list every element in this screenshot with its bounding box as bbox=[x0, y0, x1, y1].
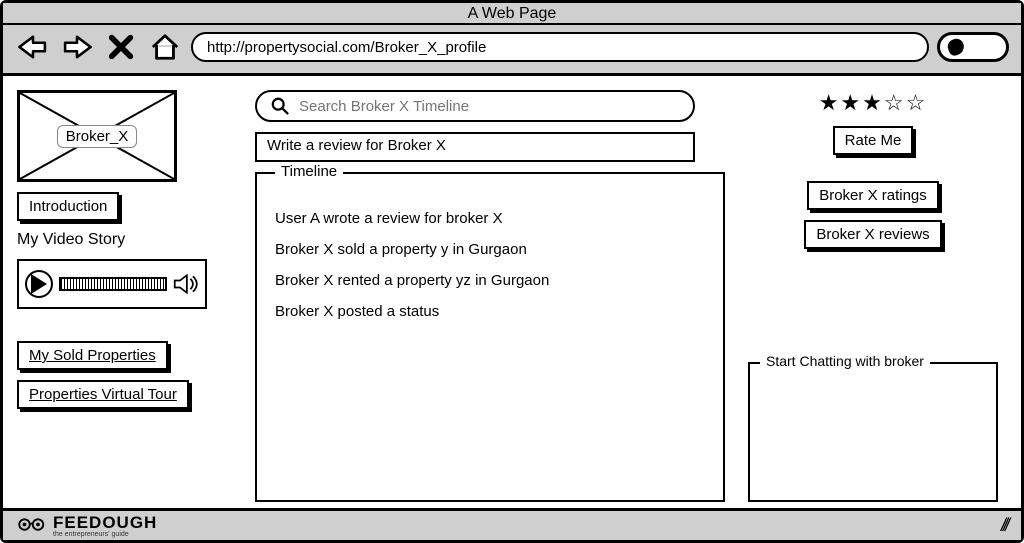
forward-button[interactable] bbox=[59, 31, 95, 63]
left-sidebar: Broker_X Introduction My Video Story My … bbox=[17, 90, 237, 502]
home-button[interactable] bbox=[147, 31, 183, 63]
timeline-item: User A wrote a review for broker X bbox=[275, 210, 705, 227]
address-bar[interactable] bbox=[191, 32, 929, 62]
timeline-item: Broker X sold a property y in Gurgaon bbox=[275, 241, 705, 258]
star-rating[interactable]: ★★★☆☆ bbox=[819, 90, 928, 116]
main-column: Write a review for Broker X Timeline Use… bbox=[255, 90, 725, 502]
video-player[interactable] bbox=[17, 259, 207, 309]
browser-search-button[interactable] bbox=[937, 32, 1009, 62]
timeline-legend: Timeline bbox=[275, 163, 343, 180]
profile-image-placeholder: Broker_X bbox=[17, 90, 177, 182]
footer-bar: FEEDOUGH the entrepreneurs' guide /// bbox=[3, 508, 1021, 540]
speaker-icon bbox=[173, 273, 199, 295]
video-story-label: My Video Story bbox=[17, 231, 237, 249]
timeline-item: Broker X rented a property yz in Gurgaon bbox=[275, 272, 705, 289]
play-icon bbox=[25, 270, 53, 298]
brand-logo: FEEDOUGH the entrepreneurs' guide bbox=[17, 513, 157, 538]
broker-ratings-button[interactable]: Broker X ratings bbox=[807, 181, 939, 210]
right-sidebar: ★★★☆☆ Rate Me Broker X ratings Broker X … bbox=[743, 90, 1003, 502]
write-review-input[interactable]: Write a review for Broker X bbox=[255, 132, 695, 162]
timeline-search[interactable] bbox=[255, 90, 695, 122]
window-title: A Web Page bbox=[3, 3, 1021, 25]
rate-me-button[interactable]: Rate Me bbox=[833, 126, 914, 155]
properties-virtual-tour-link[interactable]: Properties Virtual Tour bbox=[17, 380, 189, 409]
resize-grip-icon: /// bbox=[1001, 515, 1007, 536]
browser-window: A Web Page Broker_X Introduction My Vide… bbox=[0, 0, 1024, 543]
glasses-icon bbox=[17, 514, 47, 537]
introduction-button[interactable]: Introduction bbox=[17, 192, 119, 221]
magnifier-icon bbox=[946, 37, 967, 58]
my-sold-properties-link[interactable]: My Sold Properties bbox=[17, 341, 168, 370]
video-progress-bar bbox=[59, 277, 167, 291]
stop-button[interactable] bbox=[103, 31, 139, 63]
browser-toolbar bbox=[3, 25, 1021, 76]
chat-panel[interactable]: Start Chatting with broker bbox=[748, 362, 998, 502]
search-icon bbox=[271, 97, 289, 115]
chat-legend: Start Chatting with broker bbox=[760, 353, 930, 369]
timeline-item: Broker X posted a status bbox=[275, 303, 705, 320]
broker-reviews-button[interactable]: Broker X reviews bbox=[804, 220, 941, 249]
brand-name: FEEDOUGH bbox=[53, 513, 157, 533]
profile-name-label: Broker_X bbox=[57, 125, 138, 148]
back-button[interactable] bbox=[15, 31, 51, 63]
timeline-panel: Timeline User A wrote a review for broke… bbox=[255, 172, 725, 502]
page-content: Broker_X Introduction My Video Story My … bbox=[3, 76, 1021, 508]
timeline-search-input[interactable] bbox=[297, 97, 679, 116]
